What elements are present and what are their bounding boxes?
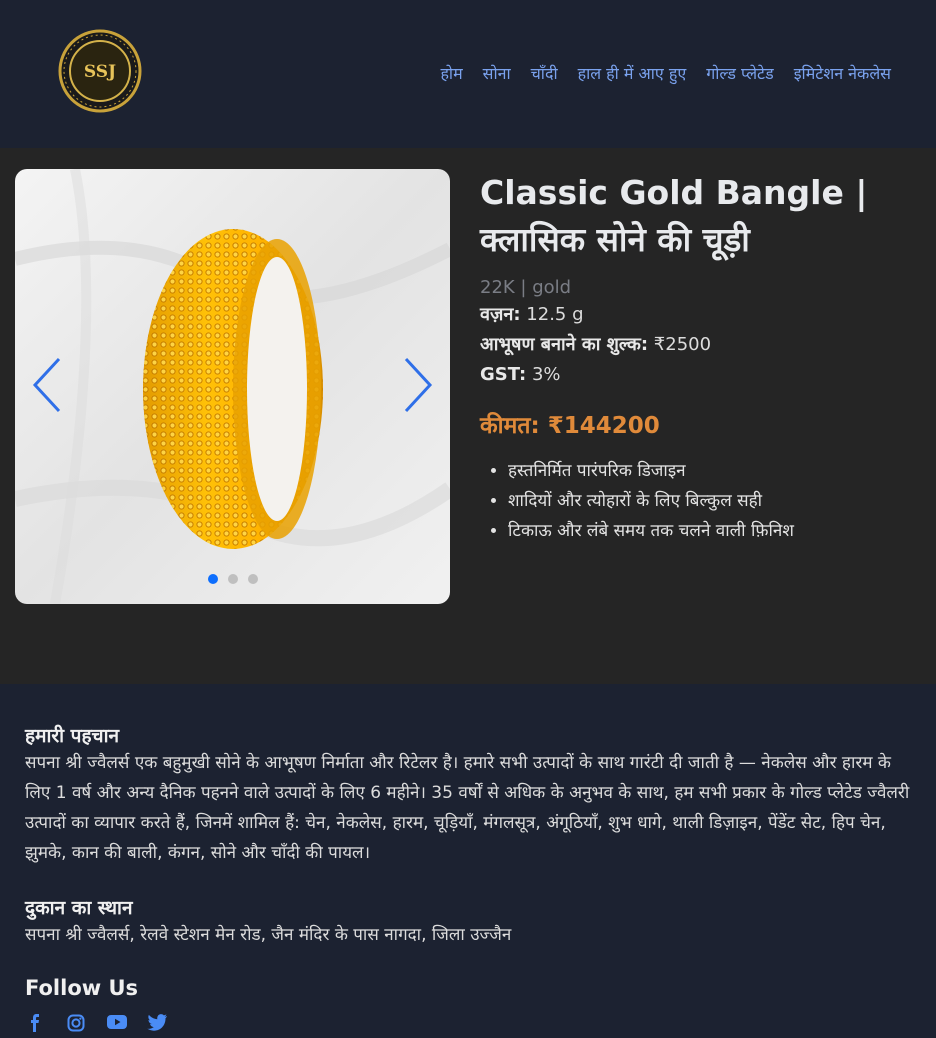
nav-silver[interactable]: चाँदी xyxy=(531,62,558,84)
product-info: Classic Gold Bangle | क्लासिक सोने की चू… xyxy=(480,169,920,546)
about-heading: हमारी पहचान xyxy=(25,725,120,747)
ssj-logo[interactable]: SSJ xyxy=(57,26,143,116)
logo-text: SSJ xyxy=(84,62,116,82)
feature-list: हस्तनिर्मित पारंपरिक डिजाइन शादियों और त… xyxy=(480,456,920,546)
making-label: आभूषण बनाने का शुल्क: xyxy=(480,334,649,355)
carousel-dot-3[interactable] xyxy=(247,574,258,584)
bangle-product-image xyxy=(15,169,450,604)
product-title: Classic Gold Bangle | क्लासिक सोने की चू… xyxy=(480,173,868,259)
weight-label: वज़न: xyxy=(480,304,521,325)
facebook-icon[interactable] xyxy=(27,1014,43,1032)
twitter-icon[interactable] xyxy=(147,1014,167,1032)
gst-value: 3% xyxy=(531,364,561,385)
price-value: ₹144200 xyxy=(547,413,660,439)
nav-gold[interactable]: सोना xyxy=(483,62,511,84)
feature-item: हस्तनिर्मित पारंपरिक डिजाइन xyxy=(508,456,920,486)
carousel-next-button[interactable] xyxy=(398,355,438,415)
chevron-left-icon xyxy=(32,357,61,413)
location-text: सपना श्री ज्वैलर्स, रेलवे स्टेशन मेन रोड… xyxy=(25,925,512,945)
main-nav: होम सोना चाँदी हाल ही में आए हुए गोल्ड प… xyxy=(440,62,891,84)
nav-home[interactable]: होम xyxy=(440,62,462,84)
weight-value: 12.5 g xyxy=(526,304,584,325)
follow-heading: Follow Us xyxy=(25,976,139,1000)
location-heading: दुकान का स्थान xyxy=(25,897,133,919)
price-label: कीमत: xyxy=(480,413,540,439)
social-links xyxy=(25,1014,911,1032)
product-purity: 22K | gold xyxy=(480,277,572,298)
site-footer: हमारी पहचान सपना श्री ज्वैलर्स एक बहुमुख… xyxy=(0,684,936,1038)
product-making-charge: आभूषण बनाने का शुल्क: ₹2500 xyxy=(480,332,920,358)
product-weight: वज़न: 12.5 g xyxy=(480,302,920,328)
product-image-carousel[interactable] xyxy=(15,169,450,604)
carousel-dot-1[interactable] xyxy=(207,574,218,584)
product-price: कीमत: ₹144200 xyxy=(480,408,920,440)
carousel-prev-button[interactable] xyxy=(29,355,69,415)
instagram-icon[interactable] xyxy=(67,1014,85,1032)
site-header: SSJ होम सोना चाँदी हाल ही में आए हुए गोल… xyxy=(0,0,936,148)
youtube-icon[interactable] xyxy=(107,1014,127,1032)
nav-new-arrivals[interactable]: हाल ही में आए हुए xyxy=(578,62,687,84)
carousel-dot-2[interactable] xyxy=(227,574,238,584)
nav-gold-plated[interactable]: गोल्ड प्लेटेड xyxy=(706,62,774,84)
feature-item: शादियों और त्योहारों के लिए बिल्कुल सही xyxy=(508,486,920,516)
nav-imitation-necklace[interactable]: इमिटेशन नेकलेस xyxy=(794,62,891,84)
carousel-indicators xyxy=(15,574,450,584)
gst-label: GST: xyxy=(480,364,527,385)
feature-item: टिकाऊ और लंबे समय तक चलने वाली फ़िनिश xyxy=(508,516,920,546)
product-section: Classic Gold Bangle | क्लासिक सोने की चू… xyxy=(15,169,936,639)
chevron-right-icon xyxy=(404,357,433,413)
making-value: ₹2500 xyxy=(653,334,712,355)
product-gst: GST: 3% xyxy=(480,362,920,388)
about-text: सपना श्री ज्वैलर्स एक बहुमुखी सोने के आभ… xyxy=(25,753,910,863)
